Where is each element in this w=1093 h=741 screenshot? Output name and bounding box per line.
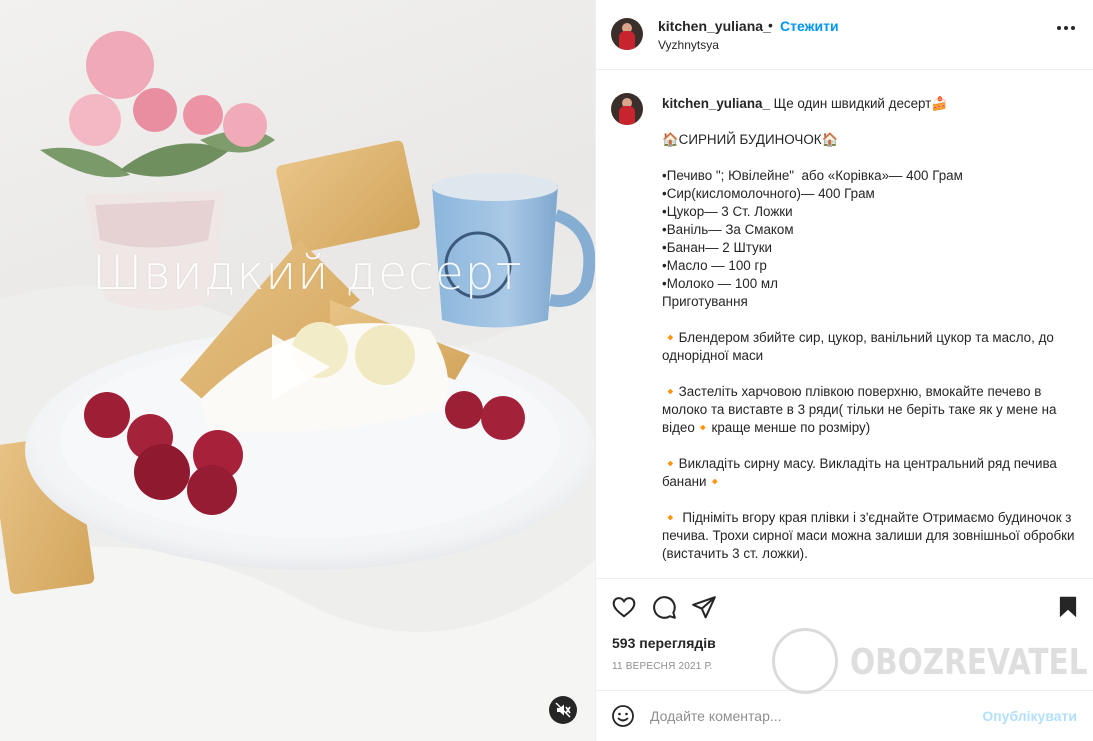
caption-line: •Цукор— 3 Ст. Ложки <box>662 204 793 219</box>
mute-icon <box>555 702 571 718</box>
caption-username[interactable]: kitchen_yuliana_ <box>662 96 770 111</box>
caption-line: •Ваніль— За Смаком <box>662 222 794 237</box>
mute-button[interactable] <box>549 696 577 724</box>
post-header: kitchen_yuliana_ • Стежити Vyzhnytsya <box>596 0 1093 70</box>
post-caption: kitchen_yuliana_ Ще один швидкий десерт🍰… <box>662 95 1078 563</box>
caption-line: 🏠СИРНИЙ БУДИНОЧОК🏠 <box>662 132 839 147</box>
video-overlay-title: Швидкий десерт <box>92 246 523 301</box>
comment-input[interactable] <box>650 701 970 731</box>
caption-scroll-area[interactable]: kitchen_yuliana_ Ще один швидкий десерт🍰… <box>596 71 1093 578</box>
header-username[interactable]: kitchen_yuliana_ <box>658 18 771 34</box>
emoji-icon[interactable] <box>611 704 635 728</box>
share-icon[interactable] <box>691 594 717 620</box>
location-link[interactable]: Vyzhnytsya <box>658 38 719 52</box>
post-date: 11 ВЕРЕСНЯ 2021 Р. <box>612 661 713 672</box>
post-panel: kitchen_yuliana_ • Стежити Vyzhnytsya ki… <box>595 0 1093 741</box>
bookmark-icon[interactable] <box>1055 594 1081 620</box>
header-separator: • <box>768 17 773 33</box>
post-media[interactable]: Швидкий десерт <box>0 0 595 741</box>
post-actions: 593 переглядів 11 ВЕРЕСНЯ 2021 Р. <box>596 578 1093 684</box>
heart-icon[interactable] <box>611 594 637 620</box>
caption-line: 🔸Застеліть харчовою плівкою поверхню, вм… <box>662 384 1061 435</box>
caption-line: 🔸Викладіть сирну масу. Викладіть на цент… <box>662 456 1061 489</box>
caption-line: •Сир(кисломолочного)— 400 Грам <box>662 186 875 201</box>
play-icon <box>272 334 330 400</box>
caption-line: 🔸Блендером збийте сир, цукор, ванільний … <box>662 330 1058 363</box>
caption-line: •Масло — 100 гр <box>662 258 767 273</box>
caption-line: •Молоко — 100 мл <box>662 276 778 291</box>
caption-line: 🔸 Підніміть вгору края плівки і з'єднайт… <box>662 510 1079 561</box>
caption-line: Приготування <box>662 294 748 309</box>
avatar[interactable] <box>611 18 643 50</box>
publish-button[interactable]: Опублікувати <box>982 708 1077 724</box>
more-icon <box>1057 26 1061 30</box>
more-options-button[interactable] <box>1057 26 1075 32</box>
follow-button[interactable]: Стежити <box>780 18 839 34</box>
comment-bar: Опублікувати <box>596 690 1093 741</box>
caption-line: •Печиво "; Ювілейне" або «Корівка»— 400 … <box>662 168 963 183</box>
caption-avatar[interactable] <box>611 93 643 125</box>
caption-line: Ще один швидкий десерт🍰 <box>773 96 948 111</box>
play-button[interactable] <box>262 330 336 404</box>
views-count[interactable]: 593 переглядів <box>612 635 716 651</box>
caption-line: •Банан— 2 Штуки <box>662 240 773 255</box>
comment-icon[interactable] <box>651 594 677 620</box>
